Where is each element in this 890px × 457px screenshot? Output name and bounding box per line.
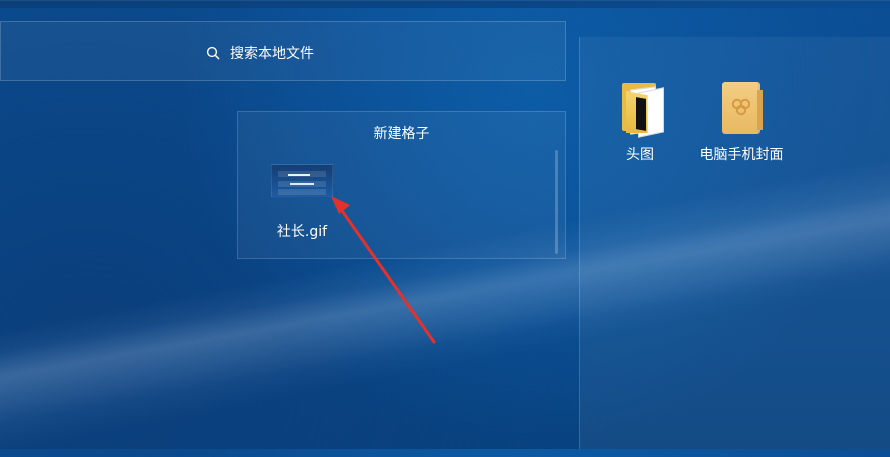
gif-file-label: 社长.gif (276, 224, 328, 240)
search-icon (206, 46, 220, 60)
desktop-item-label: 头图 (626, 147, 654, 163)
top-bar (0, 0, 890, 8)
gif-file-item[interactable]: 社长.gif (270, 164, 334, 241)
desktop-item-cover[interactable]: 电脑手机封面 (694, 80, 789, 164)
folder-icon (616, 80, 664, 138)
desktop-item-headimg[interactable]: 头图 (611, 80, 669, 164)
search-bar[interactable]: 搜索本地文件 (0, 21, 566, 81)
search-label: 搜索本地文件 (230, 46, 314, 62)
desktop-item-label: 电脑手机封面 (699, 147, 784, 163)
new-grid-box[interactable]: 新建格子 社长.gif (237, 111, 566, 259)
grid-title: 新建格子 (373, 126, 430, 142)
grid-scrollbar[interactable] (555, 150, 558, 254)
gif-thumbnail (271, 164, 333, 198)
archive-icon (715, 80, 769, 136)
